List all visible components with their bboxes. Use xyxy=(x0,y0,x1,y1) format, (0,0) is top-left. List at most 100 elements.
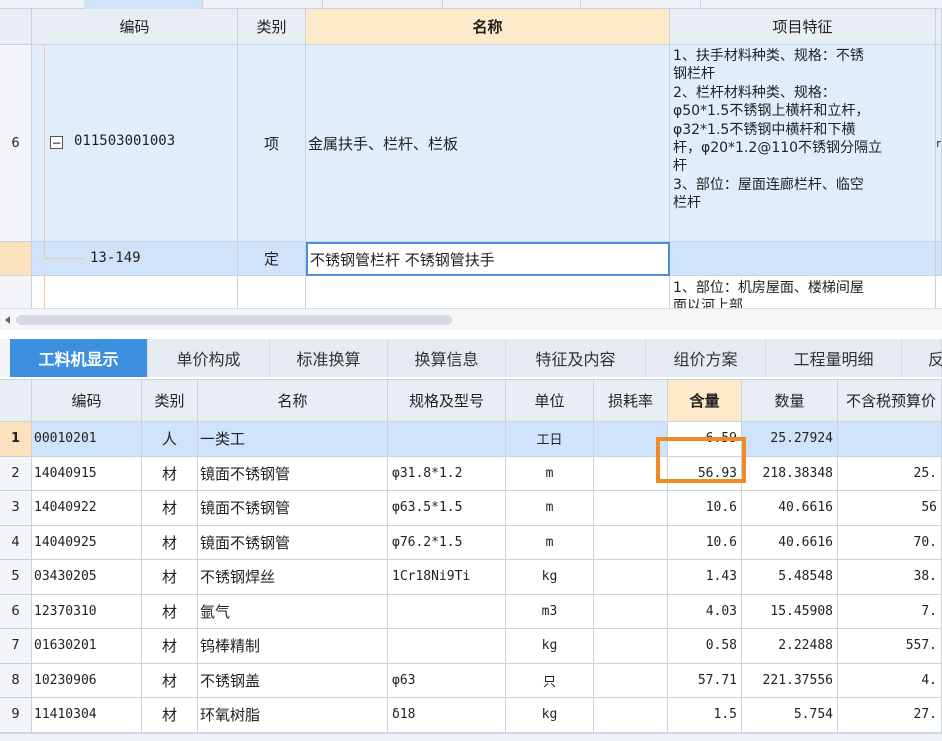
row-9-code-cell[interactable]: 11410304 xyxy=(32,698,142,733)
row-3-code-cell[interactable]: 14040922 xyxy=(32,491,142,526)
row-4-loss-rate-cell[interactable] xyxy=(594,525,668,560)
tab-standard-conversion[interactable]: 标准换算 xyxy=(270,339,388,377)
row6-number[interactable]: 6 xyxy=(0,45,32,242)
row-3-content-cell[interactable]: 10.6 xyxy=(668,491,742,526)
header-row-number[interactable] xyxy=(0,380,32,422)
tab-features-content[interactable]: 特征及内容 xyxy=(506,339,646,377)
row-8-name-cell[interactable]: 不锈钢盖 xyxy=(198,663,388,698)
header-unit-cell[interactable]: 单位 xyxy=(506,380,594,422)
collapse-toggle-icon[interactable]: − xyxy=(50,136,63,149)
row-2-spec-cell[interactable]: φ31.8*1.2 xyxy=(388,456,506,491)
row-1-type-cell[interactable]: 人 xyxy=(142,422,198,457)
row-7-spec-cell[interactable] xyxy=(388,629,506,664)
row-6-row-number[interactable]: 6 xyxy=(0,594,32,629)
row-7-loss-rate-cell[interactable] xyxy=(594,629,668,664)
row-5-code-cell[interactable]: 03430205 xyxy=(32,560,142,595)
row-6-quantity-cell[interactable]: 15.45908 xyxy=(742,594,838,629)
row-1-content-cell[interactable]: 6.59 xyxy=(668,422,742,457)
row-9-row-number[interactable]: 9 xyxy=(0,698,32,733)
row-4-content-cell[interactable]: 10.6 xyxy=(668,525,742,560)
row6-type[interactable]: 项 xyxy=(238,45,306,242)
upper-header-type[interactable]: 类别 xyxy=(238,9,306,45)
nextrow-name[interactable] xyxy=(306,276,670,308)
row-3-row-number[interactable]: 3 xyxy=(0,491,32,526)
row-9-spec-cell[interactable]: δ18 xyxy=(388,698,506,733)
row-3-name-cell[interactable]: 镜面不锈钢管 xyxy=(198,491,388,526)
row-6-name-cell[interactable]: 氩气 xyxy=(198,594,388,629)
row-5-type-cell[interactable]: 材 xyxy=(142,560,198,595)
tab-more[interactable]: 反 xyxy=(902,339,942,377)
row-5-price-cell[interactable]: 38. xyxy=(838,560,942,595)
row-6-price-cell[interactable]: 7. xyxy=(838,594,942,629)
header-content-cell[interactable]: 含量 xyxy=(668,380,742,422)
tab-unit-price-composition[interactable]: 单价构成 xyxy=(148,339,270,377)
row-4-name-cell[interactable]: 镜面不锈钢管 xyxy=(198,525,388,560)
row-1-quantity-cell[interactable]: 25.27924 xyxy=(742,422,838,457)
row-3-quantity-cell[interactable]: 40.6616 xyxy=(742,491,838,526)
row-9-name-cell[interactable]: 环氧树脂 xyxy=(198,698,388,733)
row-3-loss-rate-cell[interactable] xyxy=(594,491,668,526)
row-7-unit-cell[interactable]: kg xyxy=(506,629,594,664)
row-5-name-cell[interactable]: 不锈钢焊丝 xyxy=(198,560,388,595)
tab-pricing-scheme[interactable]: 组价方案 xyxy=(646,339,766,377)
header-spec-cell[interactable]: 规格及型号 xyxy=(388,380,506,422)
upper-header-feature[interactable]: 项目特征 xyxy=(670,9,936,45)
row-4-unit-cell[interactable]: m xyxy=(506,525,594,560)
subrow-feature[interactable] xyxy=(670,242,936,276)
row-1-spec-cell[interactable] xyxy=(388,422,506,457)
row-4-price-cell[interactable]: 70. xyxy=(838,525,942,560)
row-6-loss-rate-cell[interactable] xyxy=(594,594,668,629)
row-1-unit-cell[interactable]: 工日 xyxy=(506,422,594,457)
row-5-loss-rate-cell[interactable] xyxy=(594,560,668,595)
row-1-code-cell[interactable]: 00010201 xyxy=(32,422,142,457)
row-2-name-cell[interactable]: 镜面不锈钢管 xyxy=(198,456,388,491)
row-8-price-cell[interactable]: 4. xyxy=(838,663,942,698)
row-7-name-cell[interactable]: 钨棒精制 xyxy=(198,629,388,664)
row-6-spec-cell[interactable] xyxy=(388,594,506,629)
subrow-type[interactable]: 定 xyxy=(238,242,306,276)
row-2-unit-cell[interactable]: m xyxy=(506,456,594,491)
upper-header-code[interactable]: 编码 xyxy=(32,9,238,45)
subrow-code-cell[interactable]: 13-149 xyxy=(32,242,238,276)
row-1-price-cell[interactable] xyxy=(838,422,942,457)
row-2-price-cell[interactable]: 25. xyxy=(838,456,942,491)
row-9-content-cell[interactable]: 1.5 xyxy=(668,698,742,733)
subrow-number[interactable] xyxy=(0,242,32,276)
upper-header-name[interactable]: 名称 xyxy=(306,9,670,45)
row-7-type-cell[interactable]: 材 xyxy=(142,629,198,664)
scroll-left-arrow-icon[interactable] xyxy=(5,316,10,324)
row-4-row-number[interactable]: 4 xyxy=(0,525,32,560)
row-6-content-cell[interactable]: 4.03 xyxy=(668,594,742,629)
row6-name[interactable]: 金属扶手、栏杆、栏板 xyxy=(306,45,670,242)
row-5-quantity-cell[interactable]: 5.48548 xyxy=(742,560,838,595)
row-1-name-cell[interactable]: 一类工 xyxy=(198,422,388,457)
row-2-row-number[interactable]: 2 xyxy=(0,456,32,491)
header-code-cell[interactable]: 编码 xyxy=(32,380,142,422)
row-7-code-cell[interactable]: 01630201 xyxy=(32,629,142,664)
row-8-quantity-cell[interactable]: 221.37556 xyxy=(742,663,838,698)
scrollbar-thumb[interactable] xyxy=(16,315,452,325)
row-8-code-cell[interactable]: 10230906 xyxy=(32,663,142,698)
row-7-price-cell[interactable]: 557. xyxy=(838,629,942,664)
row-4-type-cell[interactable]: 材 xyxy=(142,525,198,560)
row-7-quantity-cell[interactable]: 2.22488 xyxy=(742,629,838,664)
row-8-row-number[interactable]: 8 xyxy=(0,663,32,698)
nextrow-feature[interactable]: 1、部位：机房屋面、楼梯间屋 面以河上部 xyxy=(670,276,936,308)
header-price-cell[interactable]: 不含税预算价 xyxy=(838,380,942,422)
row-2-type-cell[interactable]: 材 xyxy=(142,456,198,491)
nextrow-code-cell[interactable] xyxy=(32,276,238,308)
row-1-loss-rate-cell[interactable] xyxy=(594,422,668,457)
header-quantity-cell[interactable]: 数量 xyxy=(742,380,838,422)
row-5-row-number[interactable]: 5 xyxy=(0,560,32,595)
row-6-unit-cell[interactable]: m3 xyxy=(506,594,594,629)
row6-code-cell[interactable]: − 011503001003 xyxy=(32,45,238,242)
row-9-unit-cell[interactable]: kg xyxy=(506,698,594,733)
subrow-name-input[interactable]: 不锈钢管栏杆 不锈钢管扶手 xyxy=(306,242,670,276)
nextrow-type[interactable] xyxy=(238,276,306,308)
row-8-loss-rate-cell[interactable] xyxy=(594,663,668,698)
row-5-content-cell[interactable]: 1.43 xyxy=(668,560,742,595)
row-7-content-cell[interactable]: 0.58 xyxy=(668,629,742,664)
row-4-quantity-cell[interactable]: 40.6616 xyxy=(742,525,838,560)
row-9-type-cell[interactable]: 材 xyxy=(142,698,198,733)
row-3-type-cell[interactable]: 材 xyxy=(142,491,198,526)
